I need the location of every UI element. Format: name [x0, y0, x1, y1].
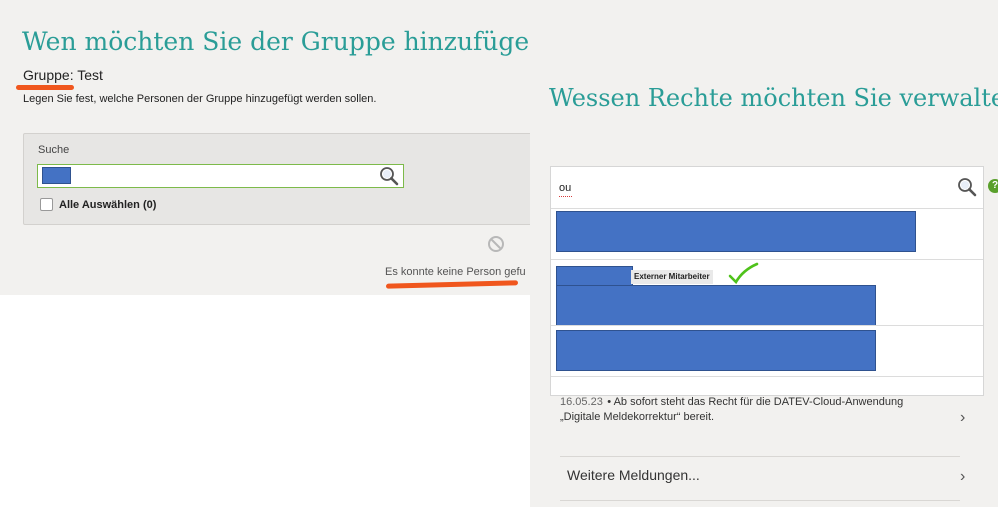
news-date: 16.05.23 — [560, 396, 603, 408]
search-label: Suche — [38, 144, 70, 156]
page-subtitle: Legen Sie fest, welche Personen der Grup… — [23, 93, 377, 105]
help-icon[interactable]: ? — [988, 179, 998, 193]
result-item-3-redacted[interactable] — [556, 330, 876, 371]
checkbox-icon[interactable] — [40, 198, 53, 211]
search-input[interactable] — [76, 167, 380, 185]
search-results-dropdown: ou Externer Mitarbeiter — [550, 166, 984, 396]
news-text-line2: „Digitale Meldekorrektur“ bereit. — [560, 411, 715, 423]
prohibited-icon — [487, 235, 505, 258]
annotation-underline — [16, 85, 74, 90]
manage-rights-panel: Wessen Rechte möchten Sie verwalten? ? 1… — [530, 0, 998, 507]
search-field[interactable] — [37, 164, 404, 188]
group-label: Gruppe: — [23, 67, 74, 83]
no-result-message: Es konnte keine Person gefu — [385, 266, 526, 278]
redacted-text — [42, 167, 71, 184]
search-icon[interactable] — [379, 166, 399, 191]
result-item-1-redacted[interactable] — [556, 211, 916, 252]
check-icon — [728, 262, 759, 285]
select-all-label: Alle Auswählen (0) — [59, 198, 157, 211]
result-item-2-redacted[interactable] — [556, 285, 876, 326]
news-item[interactable]: 16.05.23 • Ab sofort steht das Recht für… — [560, 392, 960, 452]
external-employee-badge: Externer Mitarbeiter — [631, 270, 713, 284]
annotation-underline — [385, 280, 519, 289]
result-item-2-name-redacted[interactable] — [556, 266, 633, 286]
divider — [551, 325, 983, 326]
chevron-right-icon[interactable]: › — [960, 409, 965, 427]
search-query-text[interactable]: ou — [559, 182, 571, 194]
chevron-right-icon[interactable]: › — [960, 468, 965, 486]
divider — [551, 259, 983, 260]
divider — [560, 456, 960, 457]
news-text-line1: • Ab sofort steht das Recht für die DATE… — [607, 396, 904, 408]
divider — [551, 376, 983, 377]
divider — [560, 500, 960, 501]
more-news-link[interactable]: Weitere Meldungen... — [567, 467, 700, 483]
page-title: Wen möchten Sie der Gruppe hinzufügen? — [22, 27, 530, 56]
select-all-checkbox[interactable]: Alle Auswählen (0) — [40, 198, 156, 211]
group-heading: Gruppe: Test — [23, 67, 103, 83]
add-to-group-panel: Wen möchten Sie der Gruppe hinzufügen? G… — [0, 0, 530, 295]
page-title: Wessen Rechte möchten Sie verwalten? — [549, 84, 998, 112]
search-section: Suche Alle Auswählen (0) — [23, 133, 530, 225]
spellcheck-underline — [559, 194, 572, 197]
divider — [551, 208, 983, 209]
group-name: Test — [77, 67, 103, 83]
search-icon[interactable] — [957, 177, 977, 202]
